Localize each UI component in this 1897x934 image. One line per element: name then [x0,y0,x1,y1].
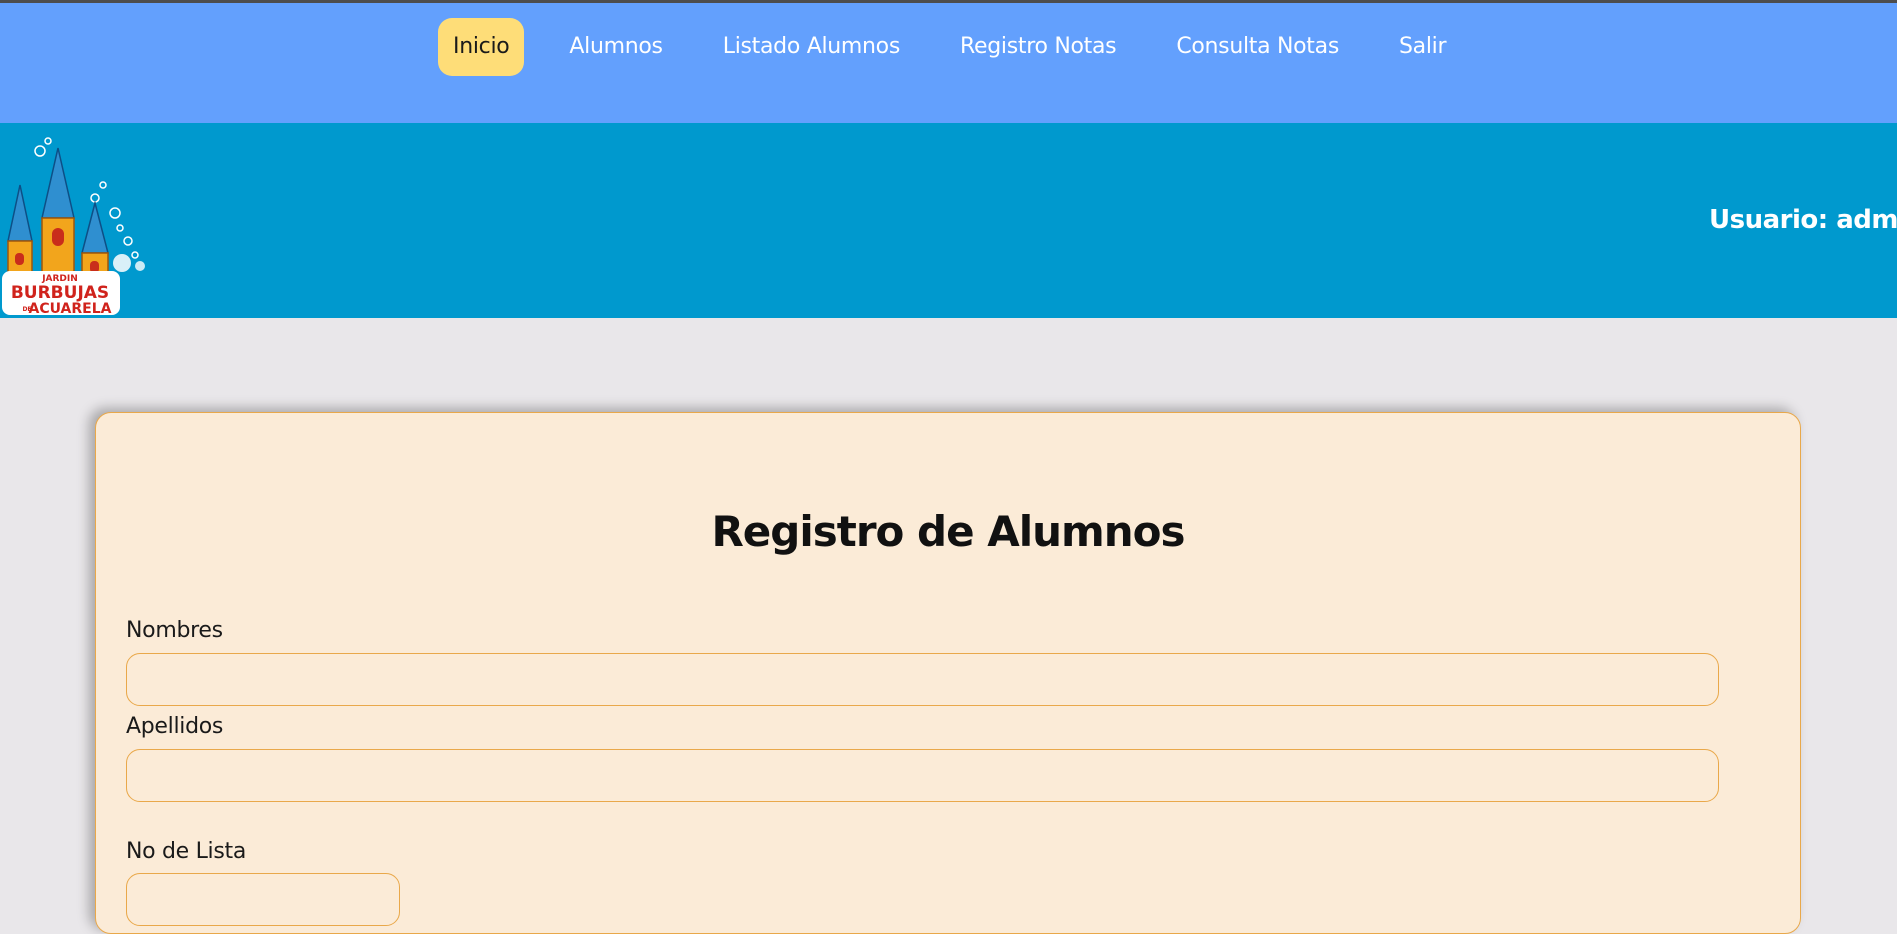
nav-item-listado-alumnos[interactable]: Listado Alumnos [708,18,915,76]
nav-item-alumnos[interactable]: Alumnos [554,18,677,76]
main-nav: Inicio Alumnos Listado Alumnos Registro … [438,18,1491,76]
header-banner: JARDIN BURBUJAS DE ACUARELA Usuario: adm… [0,123,1897,318]
nav-item-inicio[interactable]: Inicio [438,18,525,76]
school-logo: JARDIN BURBUJAS DE ACUARELA [2,137,145,317]
nav-item-salir[interactable]: Salir [1384,18,1461,76]
apellidos-label: Apellidos [126,714,224,739]
student-registration-card: Registro de Alumnos Nombres Apellidos No… [95,412,1801,934]
nombres-input[interactable] [126,653,1719,706]
apellidos-input[interactable] [126,749,1719,802]
form-title: Registro de Alumnos [711,507,1185,556]
no-de-lista-label: No de Lista [126,839,247,864]
no-de-lista-input[interactable] [126,873,400,926]
nav-item-consulta-notas[interactable]: Consulta Notas [1161,18,1354,76]
top-navigation-bar: Inicio Alumnos Listado Alumnos Registro … [0,0,1897,123]
logo-text-line2: BURBUJAS [11,283,109,303]
logo-text-line3: ACUARELA [29,301,112,317]
nombres-label: Nombres [126,618,223,643]
current-user-label: Usuario: admin [1709,205,1897,235]
nav-item-registro-notas[interactable]: Registro Notas [945,18,1131,76]
